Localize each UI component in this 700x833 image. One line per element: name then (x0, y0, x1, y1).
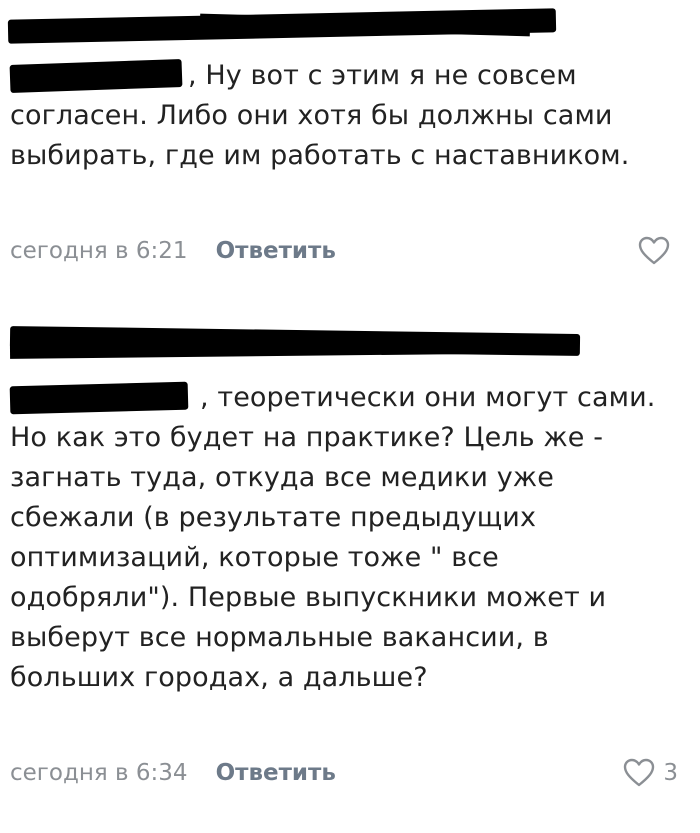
comment-meta: сегодня в 6:21 Ответить (10, 236, 336, 266)
reply-button[interactable]: Ответить (216, 238, 336, 264)
comment-1: , Ну вот с этим я не совсем согласен. Ли… (0, 0, 700, 290)
comment-text: , Ну вот с этим я не совсем согласен. Ли… (10, 60, 630, 171)
reply-button[interactable]: Ответить (216, 760, 336, 786)
comment-timestamp: сегодня в 6:21 (10, 238, 188, 264)
comment-text: , теоретически они могут сами. Но как эт… (10, 382, 656, 693)
heart-outline-icon (624, 758, 655, 787)
like-button[interactable]: 3 (623, 758, 678, 788)
comment-meta: сегодня в 6:34 Ответить (10, 758, 336, 788)
heart-outline-icon (638, 236, 670, 265)
like-count: 3 (663, 760, 678, 786)
like-button[interactable] (638, 236, 678, 266)
comment-timestamp: сегодня в 6:34 (10, 760, 188, 786)
comment-2: , теоретически они могут сами. Но как эт… (0, 312, 700, 812)
